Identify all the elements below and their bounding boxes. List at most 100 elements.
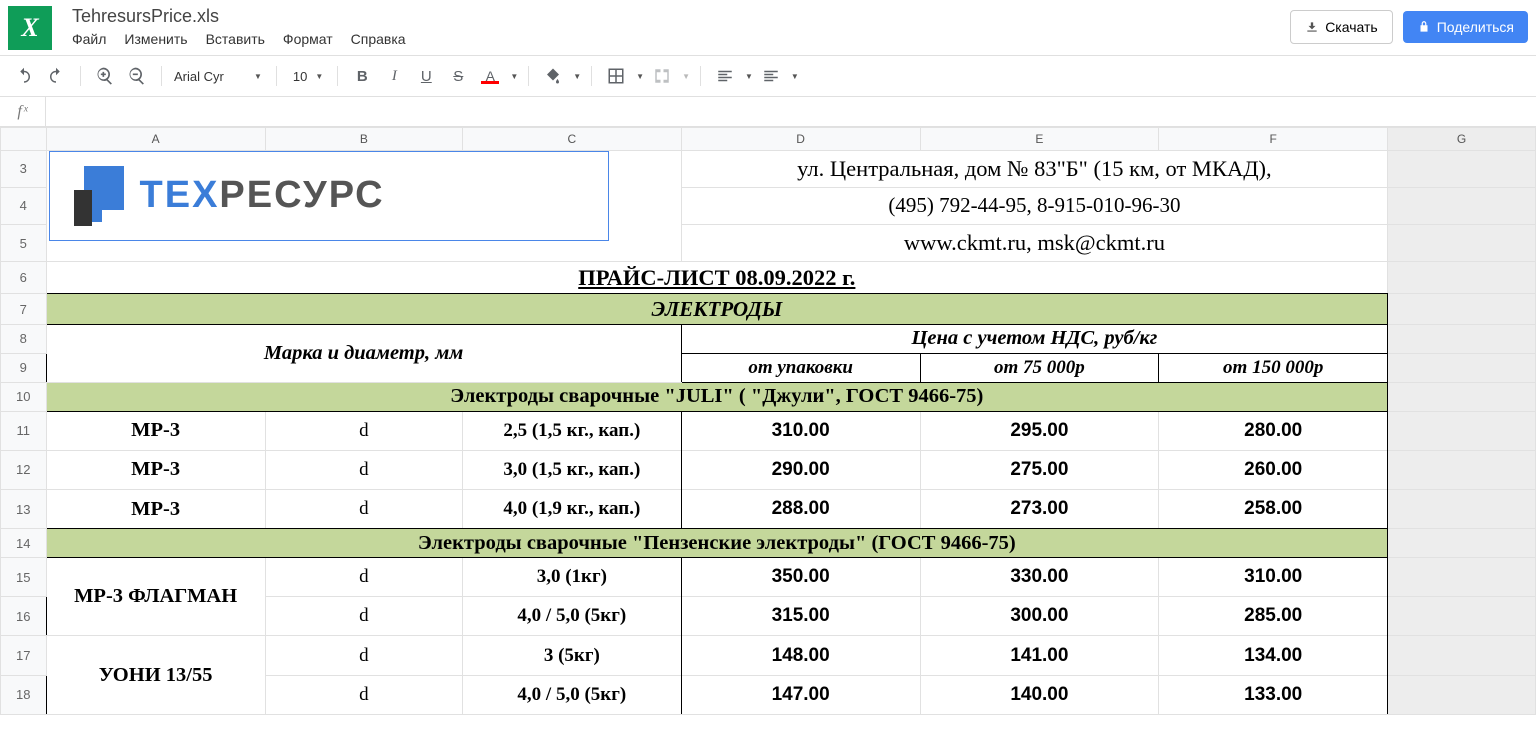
r18-p2[interactable]: 140.00: [920, 675, 1159, 714]
r13-p2[interactable]: 273.00: [920, 489, 1159, 528]
address-line3[interactable]: www.ckmt.ru, msk@ckmt.ru: [681, 224, 1387, 261]
cell-g14[interactable]: [1388, 529, 1536, 558]
cell-g13[interactable]: [1388, 489, 1536, 528]
r18-size[interactable]: 4,0 / 5,0 (5кг): [462, 675, 681, 714]
address-line1[interactable]: ул. Центральная, дом № 83"Б" (15 км, от …: [681, 150, 1387, 187]
r12-d[interactable]: d: [265, 450, 462, 489]
row-header-6[interactable]: 6: [1, 262, 47, 294]
r13-p3[interactable]: 258.00: [1159, 489, 1388, 528]
row-header-15[interactable]: 15: [1, 558, 47, 597]
row-header-18[interactable]: 18: [1, 675, 47, 714]
r16-size[interactable]: 4,0 / 5,0 (5кг): [462, 597, 681, 636]
r16-p2[interactable]: 300.00: [920, 597, 1159, 636]
row-header-14[interactable]: 14: [1, 529, 47, 558]
menu-insert[interactable]: Вставить: [206, 31, 265, 47]
r11-brand[interactable]: МР-3: [46, 411, 265, 450]
address-line2[interactable]: (495) 792-44-95, 8-915-010-96-30: [681, 187, 1387, 224]
r18-p1[interactable]: 147.00: [681, 675, 920, 714]
r15-brand[interactable]: МР-3 ФЛАГМАН: [46, 558, 265, 636]
align-h-button[interactable]: [711, 62, 739, 90]
r13-p1[interactable]: 288.00: [681, 489, 920, 528]
r15-p3[interactable]: 310.00: [1159, 558, 1388, 597]
r17-d[interactable]: d: [265, 636, 462, 675]
cell-g18[interactable]: [1388, 675, 1536, 714]
r16-p3[interactable]: 285.00: [1159, 597, 1388, 636]
group2-header[interactable]: Электроды сварочные "Пензенские электрод…: [46, 529, 1388, 558]
menu-format[interactable]: Формат: [283, 31, 333, 47]
r12-p2[interactable]: 275.00: [920, 450, 1159, 489]
cell-g5[interactable]: [1388, 224, 1536, 261]
r12-p1[interactable]: 290.00: [681, 450, 920, 489]
chevron-down-icon[interactable]: ▼: [510, 72, 518, 81]
font-select[interactable]: Arial Cyr▼: [172, 65, 266, 88]
r15-size[interactable]: 3,0 (1кг): [462, 558, 681, 597]
r16-p1[interactable]: 315.00: [681, 597, 920, 636]
row-header-10[interactable]: 10: [1, 382, 47, 411]
r13-brand[interactable]: МР-3: [46, 489, 265, 528]
row-header-9[interactable]: 9: [1, 353, 47, 382]
doc-title[interactable]: TehresursPrice.xls: [72, 6, 1290, 27]
strike-button[interactable]: S: [444, 62, 472, 90]
row-header-17[interactable]: 17: [1, 636, 47, 675]
cell-g10[interactable]: [1388, 382, 1536, 411]
chevron-down-icon[interactable]: ▼: [791, 72, 799, 81]
r17-p2[interactable]: 141.00: [920, 636, 1159, 675]
r13-d[interactable]: d: [265, 489, 462, 528]
borders-button[interactable]: [602, 62, 630, 90]
cell-g16[interactable]: [1388, 597, 1536, 636]
col-header-c[interactable]: C: [462, 128, 681, 151]
zoom-in-button[interactable]: [91, 62, 119, 90]
header-price[interactable]: Цена с учетом НДС, руб/кг: [681, 324, 1387, 353]
italic-button[interactable]: I: [380, 62, 408, 90]
r17-p3[interactable]: 134.00: [1159, 636, 1388, 675]
redo-button[interactable]: [42, 62, 70, 90]
fill-color-button[interactable]: [539, 62, 567, 90]
row-header-12[interactable]: 12: [1, 450, 47, 489]
r18-d[interactable]: d: [265, 675, 462, 714]
r16-d[interactable]: d: [265, 597, 462, 636]
row-header-4[interactable]: 4: [1, 187, 47, 224]
undo-button[interactable]: [10, 62, 38, 90]
r15-p2[interactable]: 330.00: [920, 558, 1159, 597]
r11-d[interactable]: d: [265, 411, 462, 450]
group1-header[interactable]: Электроды сварочные "JULI" ( "Джули", ГО…: [46, 382, 1388, 411]
r11-p3[interactable]: 280.00: [1159, 411, 1388, 450]
row-header-8[interactable]: 8: [1, 324, 47, 353]
logo-cell[interactable]: ТЕХРЕСУРС: [46, 150, 681, 261]
cell-g17[interactable]: [1388, 636, 1536, 675]
r12-size[interactable]: 3,0 (1,5 кг., кап.): [462, 450, 681, 489]
row-header-3[interactable]: 3: [1, 150, 47, 187]
text-color-button[interactable]: A: [476, 62, 504, 90]
row-header-7[interactable]: 7: [1, 294, 47, 325]
r13-size[interactable]: 4,0 (1,9 кг., кап.): [462, 489, 681, 528]
price-title[interactable]: ПРАЙС-ЛИСТ 08.09.2022 г.: [46, 262, 1388, 294]
menu-file[interactable]: Файл: [72, 31, 106, 47]
chevron-down-icon[interactable]: ▼: [573, 72, 581, 81]
bold-button[interactable]: B: [348, 62, 376, 90]
sheet-area[interactable]: A B C D E F G 3 ТЕХРЕСУРС ул. Центральна…: [0, 127, 1536, 715]
cell-g3[interactable]: [1388, 150, 1536, 187]
r17-brand[interactable]: УОНИ 13/55: [46, 636, 265, 715]
col-header-d[interactable]: D: [681, 128, 920, 151]
col-header-b[interactable]: B: [265, 128, 462, 151]
menu-help[interactable]: Справка: [351, 31, 406, 47]
cell-g12[interactable]: [1388, 450, 1536, 489]
r11-p1[interactable]: 310.00: [681, 411, 920, 450]
select-all-corner[interactable]: [1, 128, 47, 151]
underline-button[interactable]: U: [412, 62, 440, 90]
cell-g8[interactable]: [1388, 324, 1536, 353]
col-header-g[interactable]: G: [1388, 128, 1536, 151]
r15-d[interactable]: d: [265, 558, 462, 597]
cell-g11[interactable]: [1388, 411, 1536, 450]
col-header-e[interactable]: E: [920, 128, 1159, 151]
cell-g4[interactable]: [1388, 187, 1536, 224]
cell-g15[interactable]: [1388, 558, 1536, 597]
r11-p2[interactable]: 295.00: [920, 411, 1159, 450]
chevron-down-icon[interactable]: ▼: [745, 72, 753, 81]
cell-g7[interactable]: [1388, 294, 1536, 325]
col-header-f[interactable]: F: [1159, 128, 1388, 151]
header-brand[interactable]: Марка и диаметр, мм: [46, 324, 681, 382]
formula-input[interactable]: [46, 97, 1536, 126]
r15-p1[interactable]: 350.00: [681, 558, 920, 597]
header-col-d[interactable]: от упаковки: [681, 353, 920, 382]
